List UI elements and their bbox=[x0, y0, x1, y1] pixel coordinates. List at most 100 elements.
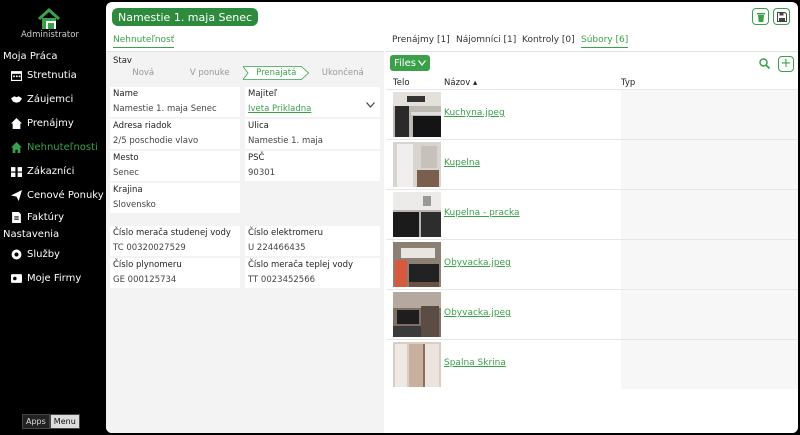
apps-button[interactable]: Apps bbox=[22, 414, 50, 429]
sidebar-item-sluzby[interactable]: Služby bbox=[11, 246, 60, 262]
voda-tepla-label: Číslo merača teplej vody bbox=[248, 260, 354, 270]
sidebar-item-faktury[interactable]: Faktúry bbox=[11, 209, 64, 225]
users-icon bbox=[11, 166, 22, 177]
house-key-icon bbox=[11, 117, 22, 129]
name-field[interactable]: Name Namestie 1. maja Senec bbox=[113, 89, 217, 114]
file-link[interactable]: Kuchyna.jpeg bbox=[444, 108, 505, 118]
stav-label: Stav bbox=[113, 56, 132, 66]
sidebar-item-moje-firmy[interactable]: Moje Firmy bbox=[11, 270, 81, 286]
delete-button[interactable] bbox=[752, 8, 769, 25]
adresa-field[interactable]: Adresa riadok 2/5 poschodie vlavo bbox=[113, 121, 198, 146]
thumbnail-image bbox=[393, 142, 441, 187]
sidebar-item-label: Cenové Ponuky bbox=[27, 189, 104, 201]
mesto-value: Senec bbox=[113, 168, 139, 178]
psc-value: 90301 bbox=[248, 168, 276, 178]
thumbnail-image bbox=[393, 92, 441, 137]
table-row[interactable]: Kuchyna.jpeg bbox=[386, 89, 798, 139]
name-label: Name bbox=[113, 89, 139, 99]
handshake-icon bbox=[11, 95, 22, 103]
elektromer-value: U 224466435 bbox=[248, 243, 306, 253]
tab-kontroly[interactable]: Kontroly [0] bbox=[522, 35, 575, 45]
table-row[interactable]: Kupelna - pracka bbox=[386, 189, 798, 239]
psc-field[interactable]: PSČ 90301 bbox=[248, 153, 275, 178]
sidebar-item-label: Zákazníci bbox=[27, 165, 75, 177]
elektromer-field[interactable]: Číslo elektromeru U 224466435 bbox=[248, 228, 323, 253]
status-stepper[interactable]: Nová V ponuke Prenajatá Ukončená bbox=[110, 66, 376, 80]
add-file-button[interactable]: + bbox=[778, 56, 794, 72]
step-prenajata[interactable]: Prenajatá bbox=[243, 66, 310, 80]
sidebar-item-nehnutelnosti[interactable]: Nehnuteľnosti bbox=[11, 139, 98, 155]
save-button[interactable] bbox=[773, 8, 790, 25]
voda-studena-label: Číslo merača studenej vody bbox=[113, 228, 231, 238]
step-nova[interactable]: Nová bbox=[110, 66, 177, 80]
tab-nehnutelnost[interactable]: Nehnuteľnosť bbox=[113, 35, 175, 48]
files-dropdown[interactable]: Files bbox=[390, 55, 430, 71]
sidebar-item-stretnutia[interactable]: Stretnutia bbox=[11, 67, 77, 83]
home-icon bbox=[11, 141, 22, 153]
step-label: Prenajatá bbox=[256, 68, 297, 78]
send-icon bbox=[11, 189, 22, 201]
mesto-field[interactable]: Mesto Senec bbox=[113, 153, 139, 178]
majitel-label: Majiteľ bbox=[248, 89, 278, 99]
col-typ[interactable]: Typ bbox=[621, 78, 635, 88]
krajina-field[interactable]: Krajina Slovensko bbox=[113, 185, 156, 210]
chevron-down-icon bbox=[417, 60, 426, 66]
plynomer-field[interactable]: Číslo plynomeru GE 000125734 bbox=[113, 260, 182, 285]
sidebar-item-cenove-ponuky[interactable]: Cenové Ponuky bbox=[11, 187, 104, 203]
thumbnail-image bbox=[393, 192, 441, 237]
thumbnail-image bbox=[393, 342, 441, 387]
trash-icon bbox=[756, 12, 765, 22]
file-link[interactable]: Obyvacka.jpeg bbox=[444, 308, 511, 318]
psc-label: PSČ bbox=[248, 153, 265, 163]
ulica-value: Namestie 1. maja bbox=[248, 136, 324, 146]
majitel-field[interactable]: Majiteľ Iveta Prikladna bbox=[248, 89, 311, 114]
file-link[interactable]: Spalna Skrina bbox=[444, 358, 506, 368]
table-row[interactable]: Obyvacka.jpeg bbox=[386, 239, 798, 289]
table-row[interactable]: Spalna Skrina bbox=[386, 339, 798, 389]
apps-menu-switch: Apps Menu bbox=[22, 414, 80, 429]
top-actions bbox=[752, 8, 790, 25]
file-link[interactable]: Kupelna bbox=[444, 158, 480, 168]
type-cell bbox=[621, 140, 798, 189]
step-v-ponuke[interactable]: V ponuke bbox=[177, 66, 244, 80]
adresa-label: Adresa riadok bbox=[113, 121, 172, 131]
file-link[interactable]: Obyvacka.jpeg bbox=[444, 258, 511, 268]
files-table-header: Telo Názov ▴ Typ bbox=[386, 76, 798, 89]
sidebar-item-label: Služby bbox=[27, 248, 60, 260]
calendar-icon bbox=[11, 70, 22, 81]
brand-label: Administrator bbox=[21, 30, 79, 40]
sidebar-item-prenajmy[interactable]: Prenájmy bbox=[11, 115, 74, 131]
ulica-label: Ulica bbox=[248, 121, 269, 131]
sidebar-item-label: Prenájmy bbox=[27, 117, 74, 129]
sidebar-item-zakaznici[interactable]: Zákazníci bbox=[11, 163, 74, 179]
main-panel: Namestie 1. maja Senec Nehnuteľnosť Pren… bbox=[106, 2, 798, 433]
chevron-down-icon[interactable] bbox=[366, 102, 375, 108]
step-ukoncena[interactable]: Ukončená bbox=[310, 66, 377, 80]
menu-button[interactable]: Menu bbox=[49, 414, 80, 429]
tab-najomnici[interactable]: Nájomníci [1] bbox=[456, 35, 516, 45]
type-cell bbox=[621, 290, 798, 339]
file-link[interactable]: Kupelna - pracka bbox=[444, 208, 520, 218]
tab-subory[interactable]: Súbory [6] bbox=[581, 35, 629, 48]
page-title: Namestie 1. maja Senec bbox=[112, 8, 259, 26]
table-row[interactable]: Kupelna bbox=[386, 139, 798, 189]
services-icon bbox=[11, 249, 22, 259]
property-form: Stav Nová V ponuke Prenajatá Ukončená Na… bbox=[106, 51, 384, 433]
table-row[interactable]: Obyvacka.jpeg bbox=[386, 289, 798, 339]
majitel-link[interactable]: Iveta Prikladna bbox=[248, 104, 311, 114]
type-cell bbox=[621, 90, 798, 139]
sidebar-item-label: Nehnuteľnosti bbox=[27, 141, 98, 153]
plus-icon: + bbox=[780, 56, 792, 71]
voda-tepla-field[interactable]: Číslo merača teplej vody TT 0023452566 bbox=[248, 260, 353, 285]
thumbnail-image bbox=[393, 242, 441, 287]
voda-studena-value: TC 00320027529 bbox=[113, 243, 186, 253]
voda-studena-field[interactable]: Číslo merača studenej vody TC 0032002752… bbox=[113, 228, 231, 253]
search-icon[interactable] bbox=[759, 58, 770, 69]
tab-prenajmy[interactable]: Prenájmy [1] bbox=[392, 35, 450, 45]
sidebar-item-label: Stretnutia bbox=[27, 69, 77, 81]
sidebar-item-zaujemci[interactable]: Záujemci bbox=[11, 91, 73, 107]
krajina-value: Slovensko bbox=[113, 200, 156, 210]
ulica-field[interactable]: Ulica Namestie 1. maja bbox=[248, 121, 323, 146]
col-nazov[interactable]: Názov ▴ bbox=[444, 78, 477, 88]
adresa-value: 2/5 poschodie vlavo bbox=[113, 136, 199, 146]
